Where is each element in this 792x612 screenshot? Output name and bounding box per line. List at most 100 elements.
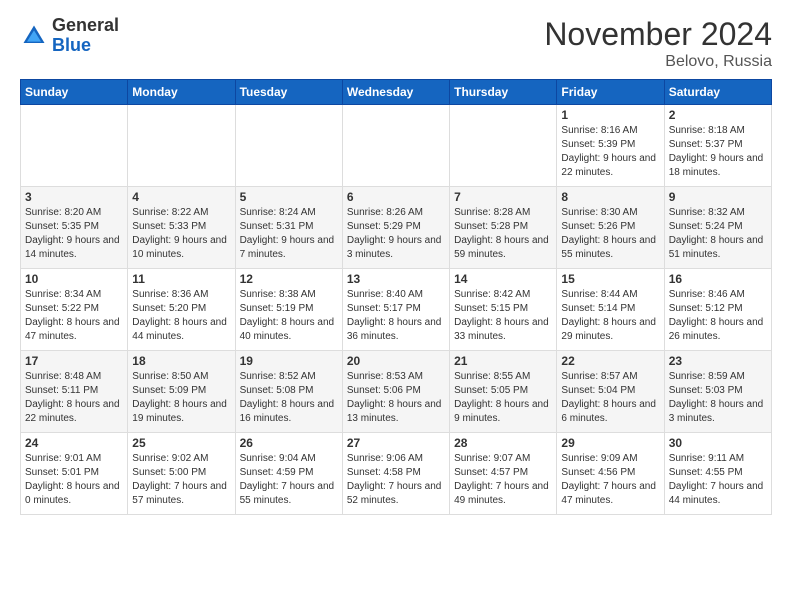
day-number: 30 (669, 436, 767, 450)
day-info: Sunrise: 9:01 AM Sunset: 5:01 PM Dayligh… (25, 452, 123, 508)
table-row: 25Sunrise: 9:02 AM Sunset: 5:00 PM Dayli… (128, 433, 235, 515)
day-number: 22 (561, 354, 659, 368)
table-row: 5 Sunrise: 8:24 AM Sunset: 5:31 PM Daylig… (235, 187, 342, 269)
day-info: Sunrise: 8:24 AM Sunset: 5:31 PM Dayligh… (240, 206, 338, 262)
day-info: Sunrise: 8:52 AM Sunset: 5:08 PM Dayligh… (240, 370, 338, 426)
day-info: Sunrise: 8:40 AM Sunset: 5:17 PM Dayligh… (347, 288, 445, 344)
calendar-table: Sunday Monday Tuesday Wednesday Thursday… (20, 79, 772, 515)
table-row: 17 Sunrise: 8:48 AM Sunset: 5:11 PM Dayli… (21, 351, 128, 433)
day-info: Sunrise: 8:32 AM Sunset: 5:24 PM Dayligh… (669, 206, 767, 262)
header: General Blue November 2024 Belovo, Russi… (20, 16, 772, 71)
day-number: 15 (561, 272, 659, 286)
logo-blue: Blue (52, 35, 91, 55)
table-row: 2 Sunrise: 8:18 AM Sunset: 5:37 PM Daylig… (664, 105, 771, 187)
day-info: Sunrise: 9:09 AM Sunset: 4:56 PM Dayligh… (561, 452, 659, 508)
table-row (128, 105, 235, 187)
day-number: 26 (240, 436, 338, 450)
col-thursday: Thursday (450, 80, 557, 105)
table-row (235, 105, 342, 187)
day-number: 19 (240, 354, 338, 368)
day-number: 25 (132, 436, 230, 450)
logo: General Blue (20, 16, 119, 56)
week-row-1: 3Sunrise: 8:20 AM Sunset: 5:35 PM Daylig… (21, 187, 772, 269)
day-info: Sunrise: 9:07 AM Sunset: 4:57 PM Dayligh… (454, 452, 552, 508)
page-container: General Blue November 2024 Belovo, Russi… (0, 0, 792, 525)
table-row: 30Sunrise: 9:11 AM Sunset: 4:55 PM Dayli… (664, 433, 771, 515)
table-row: 24 Sunrise: 9:01 AM Sunset: 5:01 PM Dayli… (21, 433, 128, 515)
day-info: Sunrise: 8:20 AM Sunset: 5:35 PM Dayligh… (25, 206, 123, 262)
day-info: Sunrise: 8:22 AM Sunset: 5:33 PM Dayligh… (132, 206, 230, 262)
table-row: 8Sunrise: 8:30 AM Sunset: 5:26 PM Daylig… (557, 187, 664, 269)
table-row: 23 Sunrise: 8:59 AM Sunset: 5:03 PM Dayli… (664, 351, 771, 433)
day-number: 9 (669, 190, 767, 204)
location-subtitle: Belovo, Russia (544, 53, 772, 71)
day-info: Sunrise: 8:18 AM Sunset: 5:37 PM Dayligh… (669, 124, 767, 180)
day-number: 20 (347, 354, 445, 368)
day-info: Sunrise: 8:36 AM Sunset: 5:20 PM Dayligh… (132, 288, 230, 344)
col-tuesday: Tuesday (235, 80, 342, 105)
table-row: 1 Sunrise: 8:16 AM Sunset: 5:39 PM Daylig… (557, 105, 664, 187)
table-row (21, 105, 128, 187)
day-number: 1 (561, 108, 659, 122)
col-friday: Friday (557, 80, 664, 105)
table-row (450, 105, 557, 187)
table-row (342, 105, 449, 187)
table-row: 9 Sunrise: 8:32 AM Sunset: 5:24 PM Daylig… (664, 187, 771, 269)
day-number: 6 (347, 190, 445, 204)
table-row: 3Sunrise: 8:20 AM Sunset: 5:35 PM Daylig… (21, 187, 128, 269)
day-number: 28 (454, 436, 552, 450)
day-number: 7 (454, 190, 552, 204)
day-number: 29 (561, 436, 659, 450)
logo-text: General Blue (52, 16, 119, 56)
table-row: 21Sunrise: 8:55 AM Sunset: 5:05 PM Dayli… (450, 351, 557, 433)
table-row: 20 Sunrise: 8:53 AM Sunset: 5:06 PM Dayli… (342, 351, 449, 433)
day-info: Sunrise: 8:46 AM Sunset: 5:12 PM Dayligh… (669, 288, 767, 344)
day-info: Sunrise: 8:38 AM Sunset: 5:19 PM Dayligh… (240, 288, 338, 344)
table-row: 10 Sunrise: 8:34 AM Sunset: 5:22 PM Dayli… (21, 269, 128, 351)
table-row: 15 Sunrise: 8:44 AM Sunset: 5:14 PM Dayli… (557, 269, 664, 351)
table-row: 18 Sunrise: 8:50 AM Sunset: 5:09 PM Dayli… (128, 351, 235, 433)
day-number: 18 (132, 354, 230, 368)
day-number: 11 (132, 272, 230, 286)
col-sunday: Sunday (21, 80, 128, 105)
day-info: Sunrise: 8:50 AM Sunset: 5:09 PM Dayligh… (132, 370, 230, 426)
day-info: Sunrise: 8:48 AM Sunset: 5:11 PM Dayligh… (25, 370, 123, 426)
day-info: Sunrise: 8:55 AM Sunset: 5:05 PM Dayligh… (454, 370, 552, 426)
day-info: Sunrise: 8:34 AM Sunset: 5:22 PM Dayligh… (25, 288, 123, 344)
day-number: 5 (240, 190, 338, 204)
table-row: 11 Sunrise: 8:36 AM Sunset: 5:20 PM Dayli… (128, 269, 235, 351)
day-info: Sunrise: 8:53 AM Sunset: 5:06 PM Dayligh… (347, 370, 445, 426)
calendar-header-row: Sunday Monday Tuesday Wednesday Thursday… (21, 80, 772, 105)
week-row-2: 10 Sunrise: 8:34 AM Sunset: 5:22 PM Dayli… (21, 269, 772, 351)
title-block: November 2024 Belovo, Russia (544, 16, 772, 71)
table-row: 29 Sunrise: 9:09 AM Sunset: 4:56 PM Dayli… (557, 433, 664, 515)
day-number: 24 (25, 436, 123, 450)
week-row-0: 1 Sunrise: 8:16 AM Sunset: 5:39 PM Daylig… (21, 105, 772, 187)
table-row: 19 Sunrise: 8:52 AM Sunset: 5:08 PM Dayli… (235, 351, 342, 433)
table-row: 27Sunrise: 9:06 AM Sunset: 4:58 PM Dayli… (342, 433, 449, 515)
table-row: 13 Sunrise: 8:40 AM Sunset: 5:17 PM Dayli… (342, 269, 449, 351)
day-info: Sunrise: 8:16 AM Sunset: 5:39 PM Dayligh… (561, 124, 659, 180)
day-info: Sunrise: 9:06 AM Sunset: 4:58 PM Dayligh… (347, 452, 445, 508)
table-row: 22 Sunrise: 8:57 AM Sunset: 5:04 PM Dayli… (557, 351, 664, 433)
day-number: 13 (347, 272, 445, 286)
col-monday: Monday (128, 80, 235, 105)
day-info: Sunrise: 8:59 AM Sunset: 5:03 PM Dayligh… (669, 370, 767, 426)
day-info: Sunrise: 8:44 AM Sunset: 5:14 PM Dayligh… (561, 288, 659, 344)
month-title: November 2024 (544, 16, 772, 53)
day-info: Sunrise: 9:04 AM Sunset: 4:59 PM Dayligh… (240, 452, 338, 508)
day-number: 10 (25, 272, 123, 286)
day-info: Sunrise: 8:57 AM Sunset: 5:04 PM Dayligh… (561, 370, 659, 426)
logo-icon (20, 22, 48, 50)
table-row: 7Sunrise: 8:28 AM Sunset: 5:28 PM Daylig… (450, 187, 557, 269)
table-row: 16Sunrise: 8:46 AM Sunset: 5:12 PM Dayli… (664, 269, 771, 351)
logo-general: General (52, 15, 119, 35)
day-number: 23 (669, 354, 767, 368)
week-row-4: 24 Sunrise: 9:01 AM Sunset: 5:01 PM Dayli… (21, 433, 772, 515)
table-row: 6 Sunrise: 8:26 AM Sunset: 5:29 PM Daylig… (342, 187, 449, 269)
day-number: 2 (669, 108, 767, 122)
day-info: Sunrise: 8:26 AM Sunset: 5:29 PM Dayligh… (347, 206, 445, 262)
day-number: 8 (561, 190, 659, 204)
day-number: 17 (25, 354, 123, 368)
table-row: 12Sunrise: 8:38 AM Sunset: 5:19 PM Dayli… (235, 269, 342, 351)
